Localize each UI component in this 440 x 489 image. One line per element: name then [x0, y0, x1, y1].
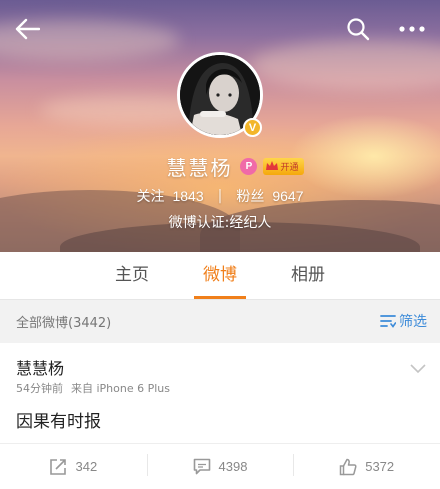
followers-count: 9647 [272, 188, 304, 204]
verification-info: 微博认证:经纪人 [168, 215, 272, 231]
post-menu-button[interactable] [410, 359, 426, 378]
repost-count: 342 [75, 459, 98, 474]
verified-badge: V [243, 118, 262, 137]
chevron-down-icon [410, 364, 426, 374]
like-count: 5372 [365, 459, 395, 474]
back-button[interactable] [12, 14, 42, 44]
level-badge[interactable]: P [240, 157, 258, 175]
search-icon [347, 18, 370, 41]
filter-icon [380, 315, 396, 328]
all-posts-label[interactable]: 全部微博(3442) [16, 312, 111, 331]
tab-album[interactable]: 相册 [264, 252, 352, 299]
post-actions: 342 4398 5372 [0, 444, 440, 489]
comment-button[interactable]: 4398 [146, 444, 294, 489]
thumbs-up-icon [339, 458, 357, 475]
vip-badge[interactable]: 开通 [263, 157, 304, 175]
crown-icon [266, 161, 279, 170]
followers-label: 粉丝 [236, 189, 265, 205]
following-stat[interactable]: 关注 1843 [136, 186, 203, 206]
tab-weibo[interactable]: 微博 [176, 252, 264, 299]
like-button[interactable]: 5372 [293, 444, 440, 489]
filter-label: 筛选 [399, 314, 427, 330]
vip-label: 开通 [280, 161, 299, 172]
followers-stat[interactable]: 粉丝 9647 [236, 186, 303, 206]
repost-button[interactable]: 342 [0, 444, 147, 489]
filter-button[interactable]: 筛选 [380, 311, 427, 331]
back-arrow-icon [15, 18, 40, 40]
post-meta: 54分钟前 来自 iPhone 6 Plus [16, 380, 170, 396]
avatar[interactable]: V [177, 52, 263, 138]
post-author[interactable]: 慧慧杨 [16, 355, 64, 379]
profile-tabs: 主页 微博 相册 [0, 252, 440, 300]
following-label: 关注 [136, 189, 165, 205]
following-count: 1843 [172, 188, 204, 204]
search-button[interactable] [343, 14, 373, 44]
post-source: 来自 iPhone 6 Plus [71, 382, 171, 395]
more-button[interactable] [397, 14, 427, 44]
post-text: 因果有时报 [16, 412, 101, 432]
filter-bar: 全部微博(3442) 筛选 [0, 301, 440, 341]
post-card[interactable]: 慧慧杨 54分钟前 来自 iPhone 6 Plus 因果有时报 342 4398 [0, 343, 440, 489]
profile-cover: V 慧慧杨 P 开通 关注 1843 | 粉丝 9647 微博认证:经纪人 [0, 0, 440, 252]
stats-separator: | [217, 188, 223, 204]
comment-icon [193, 458, 210, 475]
profile-name: 慧慧杨 [166, 155, 233, 180]
post-time: 54分钟前 [16, 382, 63, 395]
more-dots-icon [399, 26, 425, 32]
comment-count: 4398 [218, 459, 248, 474]
tab-home[interactable]: 主页 [88, 252, 176, 299]
repost-icon [50, 458, 67, 475]
